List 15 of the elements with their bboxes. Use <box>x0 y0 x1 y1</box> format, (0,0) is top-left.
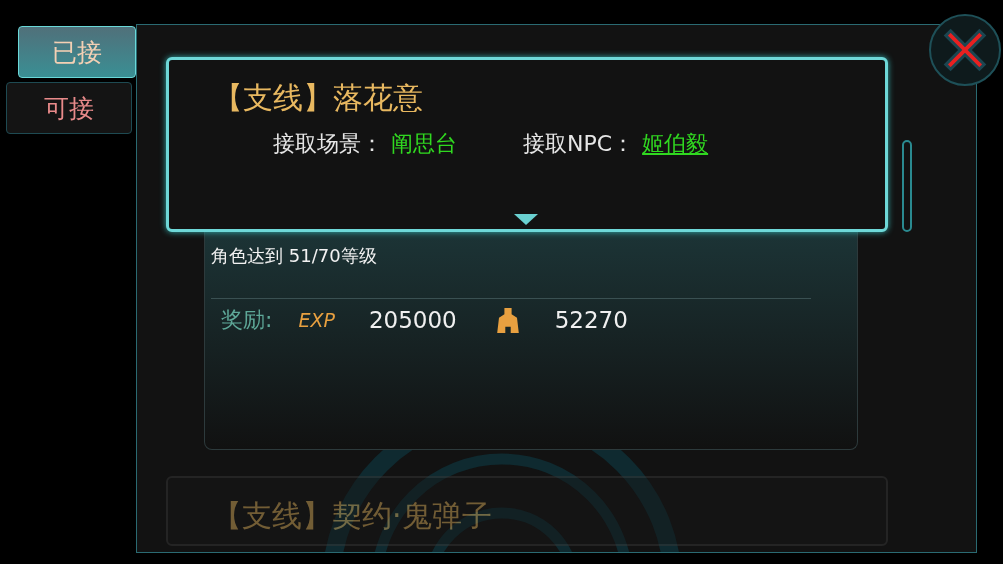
scene-name: 阐思台 <box>391 131 457 156</box>
scrollbar[interactable] <box>902 140 912 232</box>
exp-label: EXP <box>298 309 335 331</box>
close-icon <box>941 26 989 74</box>
reward-label: 奖励: <box>221 306 273 334</box>
npc-label: 接取NPC： <box>523 131 635 156</box>
scene-label: 接取场景： <box>273 131 383 156</box>
quest-title: 【支线】契约·鬼弹子 <box>212 497 493 535</box>
npc-link[interactable]: 姬伯毅 <box>642 131 709 156</box>
quest-card[interactable]: 【支线】落花意 接取场景： 阐思台 接取NPC： 姬伯毅 <box>166 57 888 232</box>
requirement-text: 角色达到 51/70等级 <box>211 244 378 268</box>
reward-amount: 205000 <box>368 307 457 333</box>
tab[interactable]: 可接 <box>6 82 132 134</box>
quest-title: 【支线】落花意 <box>213 79 424 117</box>
reward-amount: 52270 <box>554 307 628 333</box>
